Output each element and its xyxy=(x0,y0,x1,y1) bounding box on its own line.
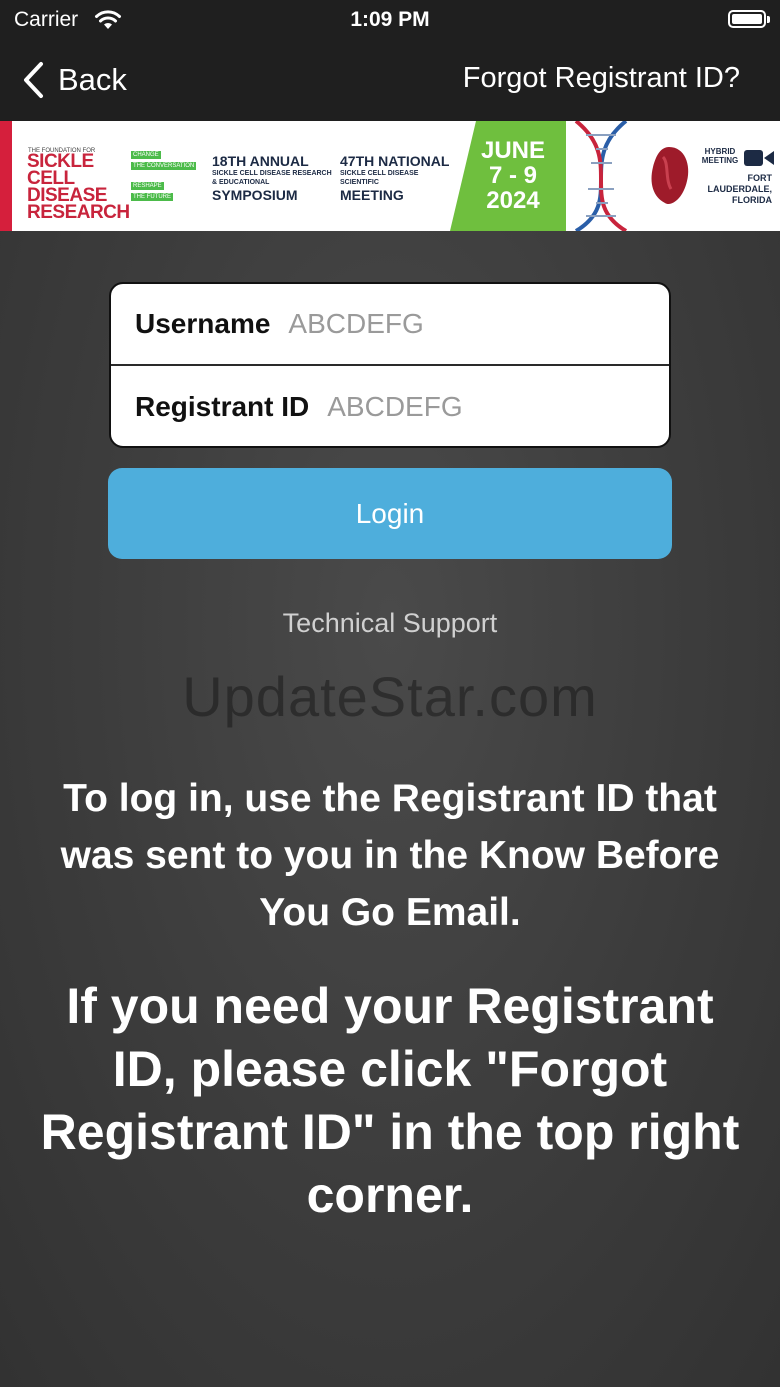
meeting-subtitle: SICKLE CELL DISEASE SCIENTIFIC xyxy=(340,170,419,186)
meeting-title: 47TH NATIONAL xyxy=(340,153,450,169)
back-label: Back xyxy=(58,62,127,97)
meeting-block: 47TH NATIONAL SICKLE CELL DISEASE SCIENT… xyxy=(340,153,458,203)
symposium-name: SYMPOSIUM xyxy=(212,187,298,203)
back-button[interactable]: Back xyxy=(22,58,127,102)
username-row: Username xyxy=(111,284,669,366)
status-bar: Carrier 1:09 PM xyxy=(0,0,780,40)
watermark: UpdateStar.com xyxy=(182,665,598,728)
username-label: Username xyxy=(135,308,271,339)
event-location: FORT LAUDERDALE, FLORIDA xyxy=(704,173,773,206)
banner-org-name: SICKLE CELL DISEASE RESEARCH xyxy=(27,151,137,223)
registrant-id-label: Registrant ID xyxy=(135,391,310,422)
event-banner: THE FOUNDATION FOR SICKLE CELL DISEASE R… xyxy=(0,121,780,231)
event-date-line: JUNE xyxy=(480,137,546,164)
clock: 1:09 PM xyxy=(350,8,430,31)
battery-icon xyxy=(728,10,770,28)
event-location-line: FLORIDA xyxy=(732,195,772,205)
banner-tag: RESHAPE xyxy=(131,182,164,190)
event-location-line: FORT xyxy=(747,173,773,183)
navigation-bar: Back Forgot Registrant ID? xyxy=(0,40,780,121)
chevron-left-icon xyxy=(24,62,43,98)
registrant-id-field[interactable] xyxy=(327,391,628,423)
login-form: Username Registrant ID xyxy=(109,282,671,448)
event-date: JUNE 7 - 9 2024 xyxy=(458,138,568,213)
banner-org-line: RESEARCH xyxy=(27,202,130,223)
banner-accent-bar xyxy=(0,121,12,231)
symposium-block: 18TH ANNUAL SICKLE CELL DISEASE RESEARCH… xyxy=(212,153,332,203)
event-date-line: 2024 xyxy=(486,187,540,214)
registrant-id-row: Registrant ID xyxy=(111,366,669,446)
login-button[interactable]: Login xyxy=(108,468,672,559)
meeting-name: MEETING xyxy=(340,187,404,203)
login-instructions: To log in, use the Registrant ID that wa… xyxy=(60,777,720,934)
hybrid-meeting-label: HYBRID MEETING xyxy=(701,147,739,165)
banner-tag: CHANGE xyxy=(131,151,161,159)
technical-support-link[interactable]: Technical Support xyxy=(0,608,780,639)
event-location-line: LAUDERDALE, xyxy=(707,184,773,194)
heart-organ-icon xyxy=(651,147,689,205)
symposium-subtitle: SICKLE CELL DISEASE RESEARCH & EDUCATION… xyxy=(212,170,332,186)
forgot-registrant-id-button[interactable]: Forgot Registrant ID? xyxy=(463,62,740,95)
symposium-title: 18TH ANNUAL xyxy=(212,153,309,169)
banner-tag: THE FUTURE xyxy=(131,193,173,201)
video-camera-icon xyxy=(744,150,774,166)
banner-tag: THE CONVERSATION xyxy=(131,162,197,170)
event-date-line: 7 - 9 xyxy=(488,162,538,189)
dna-helix-icon xyxy=(574,121,628,231)
username-field[interactable] xyxy=(288,308,589,340)
banner-org-line: SICKLE CELL xyxy=(27,151,94,189)
forgot-id-instructions: If you need your Registrant ID, please c… xyxy=(40,978,740,1223)
